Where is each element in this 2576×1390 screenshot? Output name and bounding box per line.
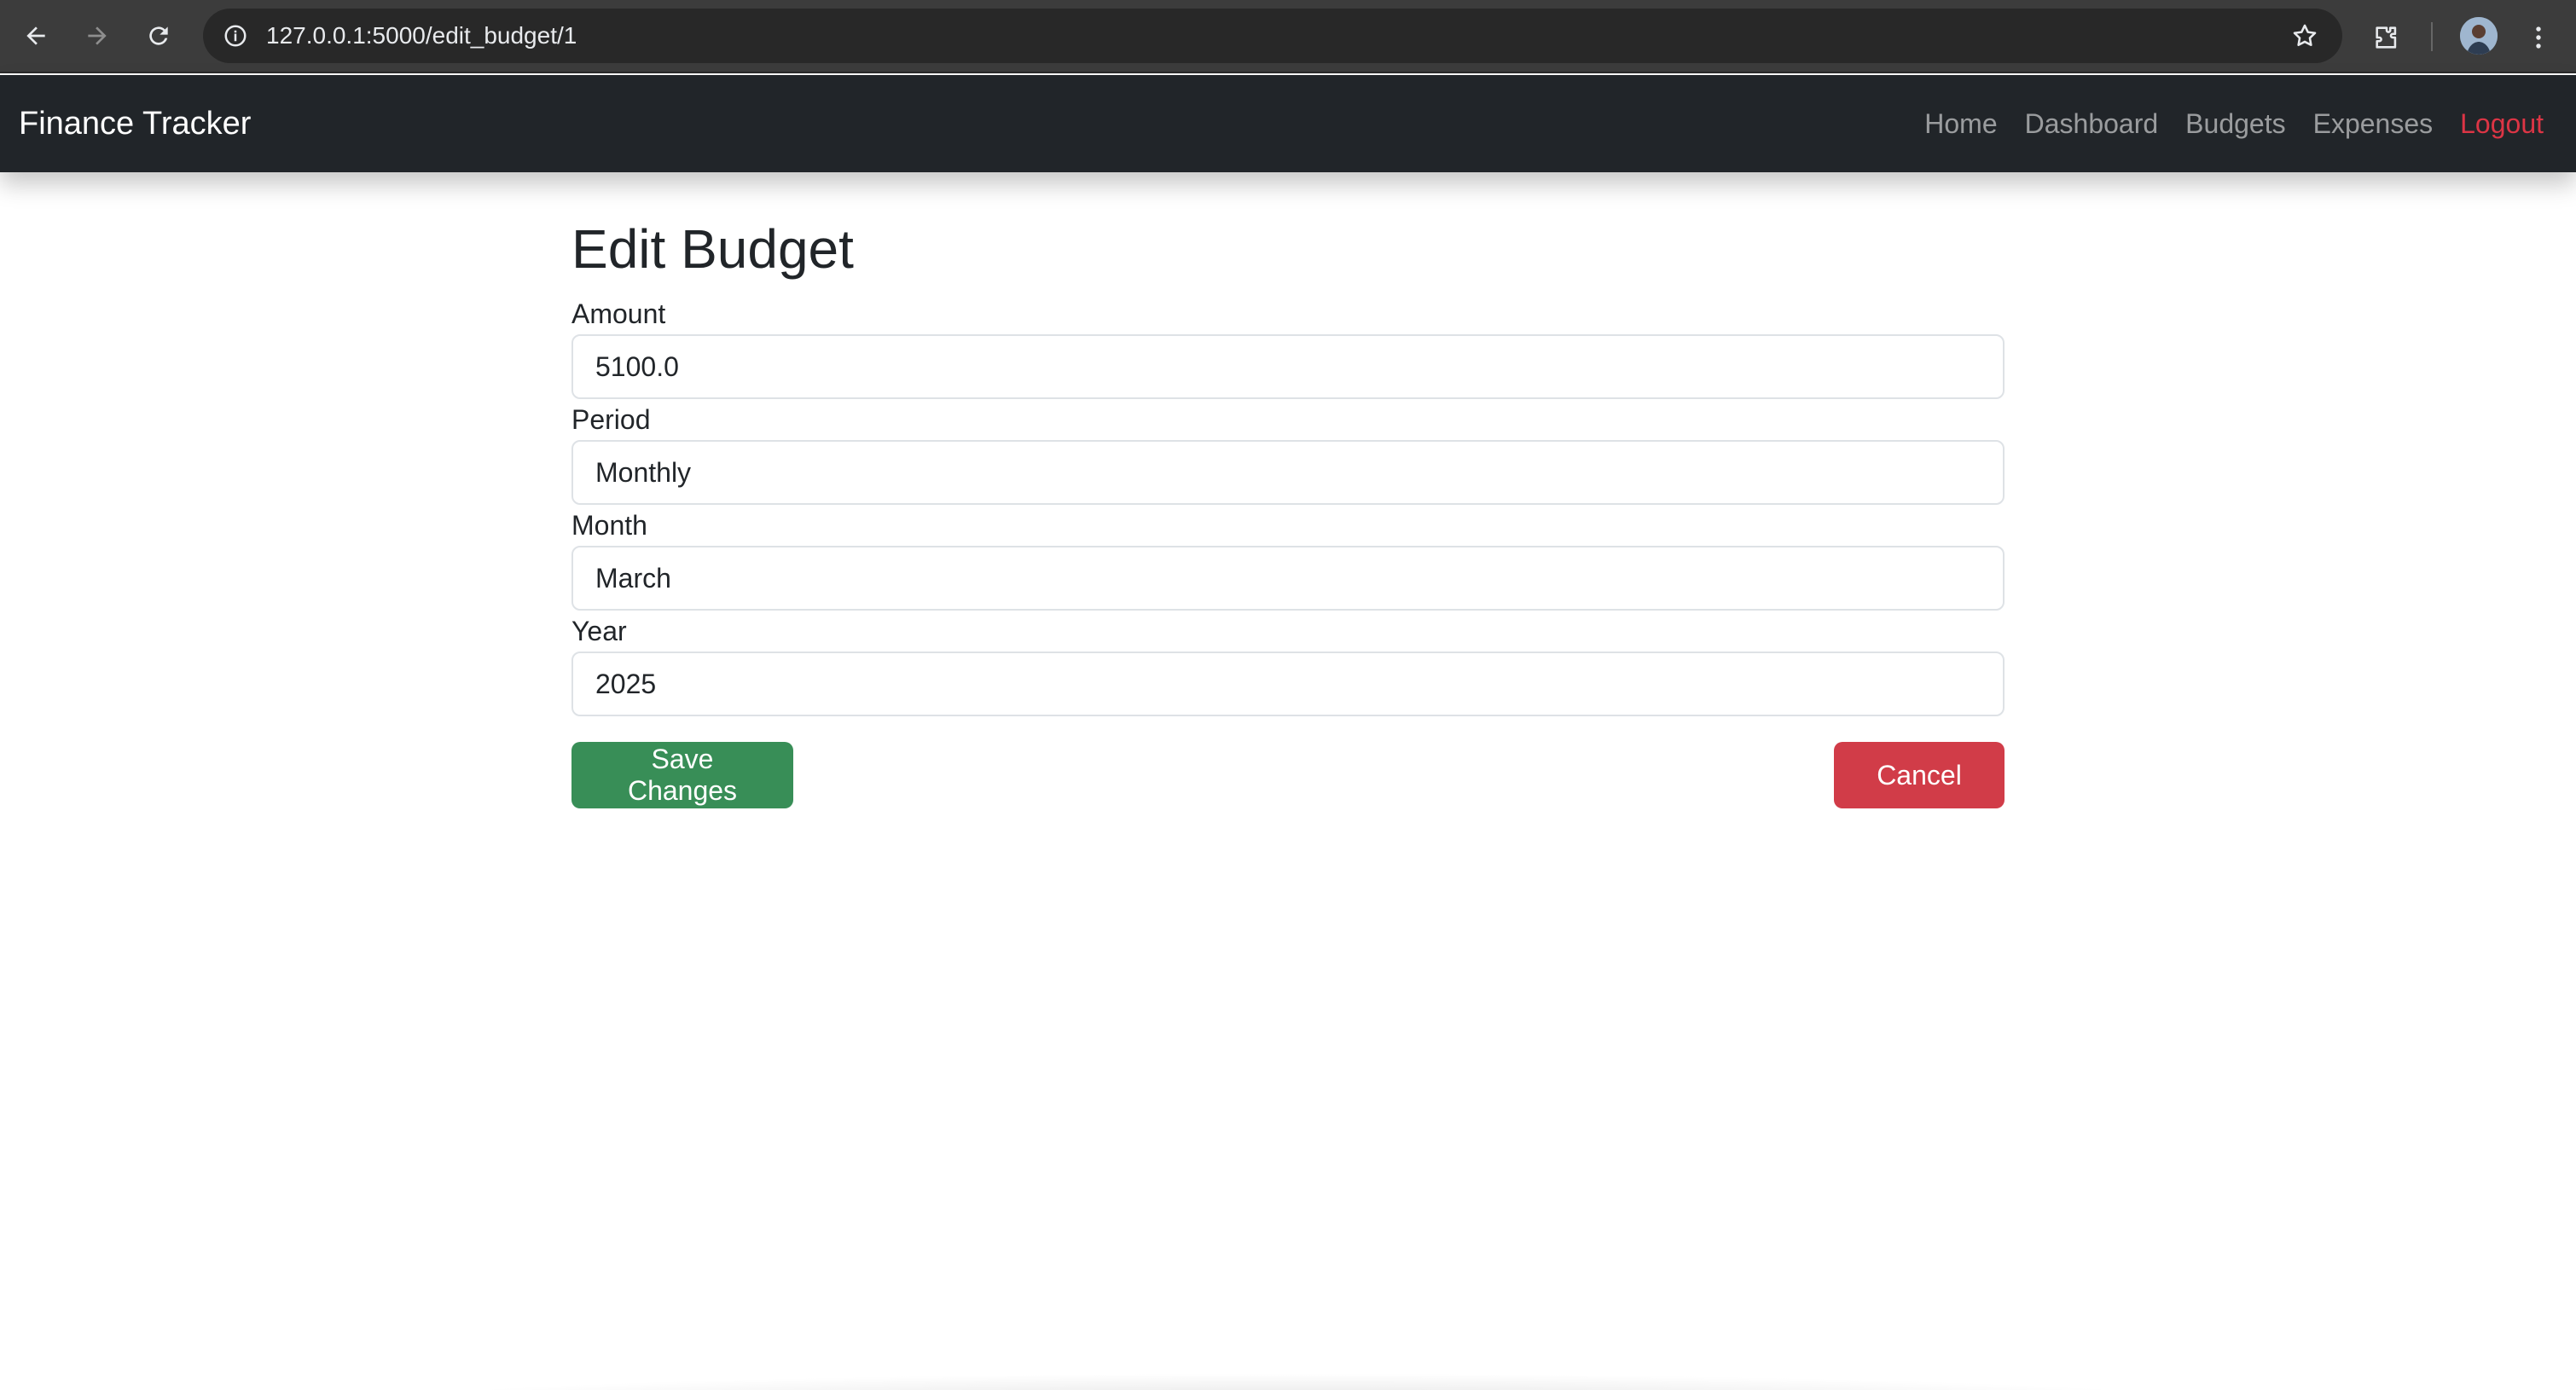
avatar[interactable] bbox=[2460, 17, 2498, 55]
address-bar[interactable]: 127.0.0.1:5000/edit_budget/1 bbox=[203, 9, 2342, 63]
forward-button[interactable] bbox=[78, 17, 116, 55]
app-navbar: Finance Tracker Home Dashboard Budgets E… bbox=[0, 75, 2576, 172]
year-input[interactable] bbox=[571, 652, 2005, 716]
toolbar-divider bbox=[2431, 22, 2433, 51]
nav-expenses[interactable]: Expenses bbox=[2300, 108, 2447, 140]
menu-icon[interactable] bbox=[2518, 17, 2559, 58]
reload-icon bbox=[149, 26, 168, 45]
period-label: Period bbox=[571, 404, 651, 435]
info-icon[interactable] bbox=[217, 17, 254, 55]
url-text[interactable]: 127.0.0.1:5000/edit_budget/1 bbox=[266, 9, 577, 63]
back-icon bbox=[26, 26, 45, 45]
nav-budgets[interactable]: Budgets bbox=[2172, 108, 2299, 140]
period-input[interactable] bbox=[571, 440, 2005, 505]
back-button[interactable] bbox=[17, 17, 55, 55]
reload-button[interactable] bbox=[140, 17, 177, 55]
nav-home[interactable]: Home bbox=[1911, 108, 2010, 140]
year-label: Year bbox=[571, 616, 627, 646]
cancel-button[interactable]: Cancel bbox=[1834, 742, 2005, 808]
amount-input[interactable] bbox=[571, 334, 2005, 399]
save-changes-button[interactable]: Save Changes bbox=[571, 742, 793, 808]
extensions-icon[interactable] bbox=[2366, 17, 2407, 58]
nav-links: Home Dashboard Budgets Expenses Logout bbox=[1911, 75, 2544, 172]
page-title: Edit Budget bbox=[571, 218, 854, 280]
browser-toolbar: 127.0.0.1:5000/edit_budget/1 bbox=[0, 0, 2576, 73]
nav-logout[interactable]: Logout bbox=[2446, 108, 2544, 140]
star-icon[interactable] bbox=[2288, 19, 2322, 53]
month-label: Month bbox=[571, 510, 647, 541]
brand-link[interactable]: Finance Tracker bbox=[19, 75, 251, 172]
month-input[interactable] bbox=[571, 546, 2005, 611]
page-bottom-shadow bbox=[324, 1373, 2269, 1390]
forward-icon bbox=[88, 26, 107, 45]
nav-dashboard[interactable]: Dashboard bbox=[2011, 108, 2173, 140]
amount-label: Amount bbox=[571, 298, 666, 329]
